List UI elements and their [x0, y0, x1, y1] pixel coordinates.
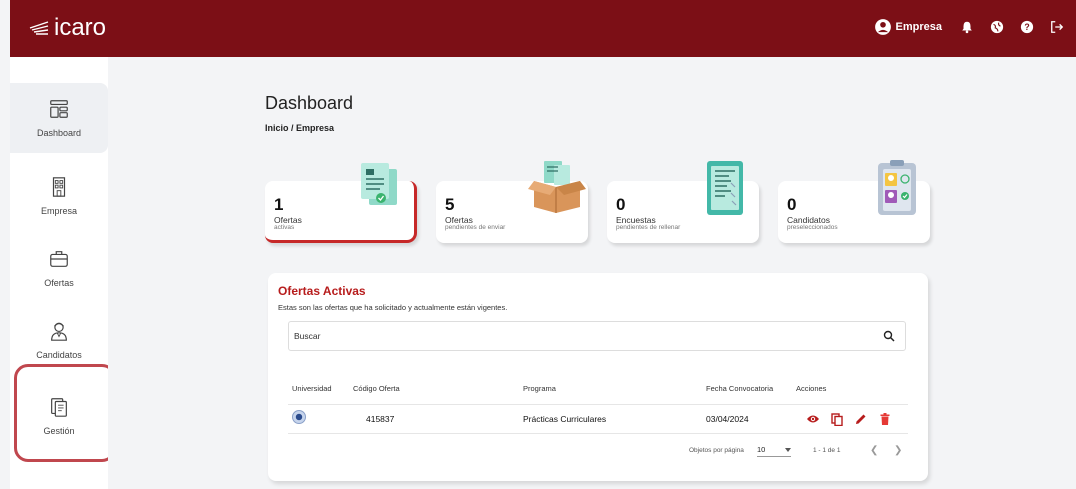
row-actions — [806, 412, 892, 426]
person-icon — [51, 322, 67, 341]
search-input[interactable] — [294, 328, 854, 344]
user-menu[interactable]: Empresa — [874, 18, 942, 36]
stat-sublabel: pendientes de rellenar — [616, 224, 681, 231]
column-header-programa[interactable]: Programa — [523, 384, 556, 393]
stat-card-encuestas[interactable]: 0 Encuestas pendientes de rellenar — [607, 161, 759, 243]
wing-logo-icon — [29, 21, 49, 35]
search-icon[interactable] — [883, 330, 895, 342]
cell-codigo: 415837 — [366, 414, 395, 424]
main-content: Dashboard Inicio / Empresa 1 Ofertas act… — [108, 57, 1076, 489]
per-page-value: 10 — [757, 445, 766, 454]
documents-illustration-icon — [361, 163, 397, 205]
cell-fecha: 03/04/2024 — [706, 414, 749, 424]
sidebar-item-label: Ofertas — [44, 278, 74, 288]
university-logo-icon — [292, 410, 306, 424]
sidebar-item-ofertas[interactable]: Ofertas — [10, 233, 108, 303]
breadcrumb[interactable]: Inicio / Empresa — [265, 123, 334, 133]
candidates-clipboard-icon — [878, 160, 916, 215]
pagination-range: 1 - 1 de 1 — [813, 447, 841, 454]
sidebar-item-label: Dashboard — [36, 128, 82, 138]
table-divider — [288, 433, 908, 434]
stat-card-candidatos[interactable]: 0 Candidatos preseleccionados — [778, 160, 930, 243]
view-icon[interactable] — [806, 412, 820, 426]
edit-icon[interactable] — [854, 412, 868, 426]
delete-icon[interactable] — [878, 412, 892, 426]
stat-sublabel: preseleccionados — [787, 224, 838, 231]
sidebar-item-dashboard[interactable]: Dashboard — [10, 83, 108, 153]
sidebar-item-label: Candidatos — [36, 350, 82, 360]
prev-page-icon[interactable]: ❮ — [870, 445, 878, 456]
help-icon[interactable]: ? — [1018, 18, 1036, 36]
search-box[interactable] — [288, 321, 906, 351]
sidebar-item-empresa[interactable]: Empresa — [10, 161, 108, 231]
stat-value: 0 — [787, 195, 797, 214]
ofertas-activas-card: Ofertas Activas Estas son las ofertas qu… — [268, 273, 928, 481]
per-page-label: Objetos por página — [689, 447, 744, 454]
svg-text:?: ? — [1024, 22, 1029, 32]
column-header-acciones: Acciones — [796, 384, 827, 393]
bell-icon[interactable] — [958, 18, 976, 36]
column-header-universidad[interactable]: Universidad — [292, 384, 332, 393]
building-icon — [52, 177, 66, 197]
column-header-fecha[interactable]: Fecha Convocatoria — [706, 384, 773, 393]
icaro-logo[interactable]: icaro — [28, 14, 106, 42]
survey-illustration-icon — [707, 161, 743, 215]
gestion-highlight-outline — [14, 364, 116, 462]
cell-programa: Prácticas Curriculares — [523, 414, 607, 424]
card-title: Ofertas Activas — [278, 284, 366, 298]
stat-value: 5 — [445, 195, 455, 214]
user-circle-icon — [874, 19, 891, 35]
table-divider — [288, 404, 908, 405]
top-bar: icaro Empresa ? — [10, 0, 1076, 57]
logout-icon[interactable] — [1048, 18, 1066, 36]
per-page-select[interactable]: 10 — [757, 445, 791, 457]
user-label: Empresa — [895, 21, 942, 33]
column-header-codigo[interactable]: Código Oferta — [353, 384, 400, 393]
briefcase-icon — [50, 251, 68, 267]
next-page-icon[interactable]: ❯ — [894, 445, 902, 456]
page-title: Dashboard — [265, 93, 354, 113]
stat-card-ofertas-activas[interactable]: 1 Ofertas activas — [265, 163, 417, 243]
chevron-down-icon — [785, 448, 791, 452]
stat-value: 0 — [616, 195, 626, 214]
globe-icon[interactable] — [988, 18, 1006, 36]
sidebar-item-label: Empresa — [40, 206, 77, 216]
box-illustration-icon — [528, 161, 586, 213]
stat-sublabel: activas — [274, 224, 295, 231]
stat-card-ofertas-pendientes[interactable]: 5 Ofertas pendientes de enviar — [436, 161, 588, 243]
card-description: Estas son las ofertas que ha solicitado … — [278, 303, 508, 312]
copy-icon[interactable] — [830, 412, 844, 426]
stat-sublabel: pendientes de enviar — [445, 224, 506, 231]
logo-text: icaro — [54, 14, 107, 41]
stat-value: 1 — [274, 195, 284, 214]
dashboard-icon — [50, 100, 68, 118]
